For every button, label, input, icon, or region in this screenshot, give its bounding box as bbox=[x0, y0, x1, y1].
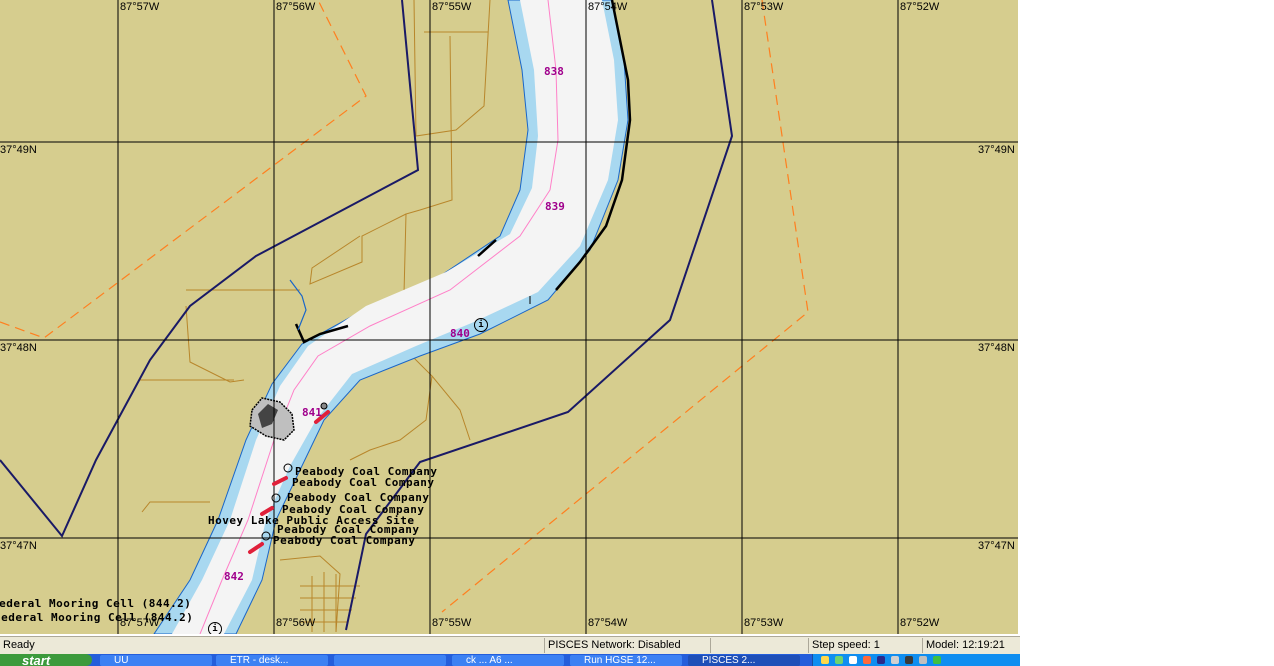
river-mile-marker: 840 bbox=[450, 327, 470, 340]
tray-icon[interactable] bbox=[821, 656, 829, 664]
taskbar-item-active[interactable]: PISCES 2... bbox=[688, 655, 800, 666]
start-button[interactable]: start bbox=[0, 654, 92, 666]
lon-label-top: 87°56W bbox=[276, 1, 316, 13]
river-mile-marker: 838 bbox=[544, 65, 564, 78]
status-network: PISCES Network: Disabled bbox=[544, 638, 710, 653]
taskbar-item[interactable]: ck ... A6 ... bbox=[452, 655, 564, 666]
lat-label-right: 37°47N bbox=[978, 540, 1015, 552]
lon-label-bottom: 87°52W bbox=[900, 617, 940, 629]
taskbar-item[interactable]: Run HGSE 12... bbox=[570, 655, 682, 666]
lon-label-top: 87°54W bbox=[588, 1, 628, 13]
map-graphic bbox=[0, 0, 1018, 634]
river-mile-marker: 841 bbox=[302, 406, 322, 419]
lat-label-left: 37°49N bbox=[0, 144, 37, 156]
status-step-speed: Step speed: 1 bbox=[808, 638, 922, 653]
lon-label-bottom: 87°53W bbox=[744, 617, 784, 629]
river-mile-marker: 839 bbox=[545, 200, 565, 213]
lon-label-top: 87°53W bbox=[744, 1, 784, 13]
lat-label-right: 37°49N bbox=[978, 144, 1015, 156]
tray-icon[interactable] bbox=[933, 656, 941, 664]
mooring-label[interactable]: Federal Mooring Cell (844.2) bbox=[0, 597, 191, 610]
tray-icon[interactable] bbox=[849, 656, 857, 664]
lon-label-top: 87°55W bbox=[432, 1, 472, 13]
info-symbol[interactable]: i bbox=[474, 318, 488, 332]
mooring-label[interactable]: Federal Mooring Cell (844.2) bbox=[0, 611, 193, 624]
status-ready: Ready bbox=[3, 639, 35, 651]
info-symbol[interactable]: i bbox=[208, 622, 222, 634]
taskbar-item[interactable]: UU bbox=[100, 655, 212, 666]
taskbar-item[interactable]: ETR - desk... bbox=[216, 655, 328, 666]
chart-map[interactable]: i i 87°57W 87°56W 87°55W 87°54W 87°53W 8… bbox=[0, 0, 1018, 634]
lat-label-right: 37°48N bbox=[978, 342, 1015, 354]
lat-label-left: 37°48N bbox=[0, 342, 37, 354]
status-bar: Ready PISCES Network: Disabled Step spee… bbox=[0, 636, 1020, 655]
lon-label-bottom: 87°54W bbox=[588, 617, 628, 629]
facility-label[interactable]: Peabody Coal Company bbox=[292, 476, 434, 489]
lon-label-top: 87°57W bbox=[120, 1, 160, 13]
tray-icon[interactable] bbox=[877, 656, 885, 664]
taskbar-item[interactable] bbox=[334, 655, 446, 666]
lon-label-top: 87°52W bbox=[900, 1, 940, 13]
status-model-time: Model: 12:19:21 bbox=[922, 638, 1020, 653]
system-tray[interactable] bbox=[812, 654, 1020, 666]
river-mile-marker: 842 bbox=[224, 570, 244, 583]
tray-icon[interactable] bbox=[835, 656, 843, 664]
lon-label-bottom: 87°55W bbox=[432, 617, 472, 629]
lon-label-bottom: 87°56W bbox=[276, 617, 316, 629]
tray-icon[interactable] bbox=[891, 656, 899, 664]
status-blank bbox=[710, 638, 808, 653]
creek bbox=[289, 279, 307, 331]
tray-icon[interactable] bbox=[905, 656, 913, 664]
lat-label-left: 37°47N bbox=[0, 540, 37, 552]
facility-label[interactable]: Peabody Coal Company bbox=[273, 534, 415, 547]
tray-icon[interactable] bbox=[863, 656, 871, 664]
taskbar: start UU ETR - desk... ck ... A6 ... Run… bbox=[0, 654, 1020, 666]
tray-icon[interactable] bbox=[919, 656, 927, 664]
